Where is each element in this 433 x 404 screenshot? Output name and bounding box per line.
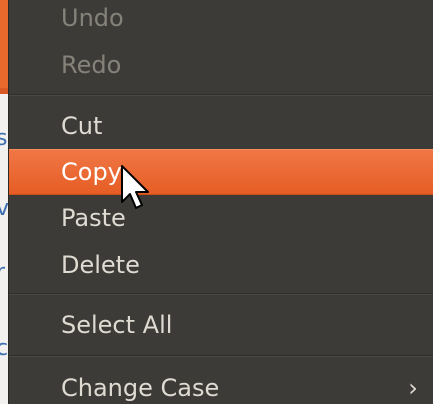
- background-text-fragment: v: [0, 196, 9, 221]
- menu-item-paste[interactable]: Paste: [9, 195, 433, 241]
- background-window-accent: [0, 0, 9, 88]
- background-text-fragment: s: [0, 126, 8, 151]
- background-window: s v r c: [0, 0, 9, 404]
- menu-item-delete[interactable]: Delete: [9, 242, 433, 288]
- background-window-accent-shade: [0, 88, 9, 94]
- menu-item-cut[interactable]: Cut: [9, 103, 433, 149]
- menu-item-copy[interactable]: Copy: [9, 149, 433, 195]
- menu-item-undo[interactable]: Undo: [9, 0, 433, 41]
- context-menu: Undo Redo Cut Copy Paste Delete Select A…: [9, 0, 433, 404]
- menu-item-label: Change Case: [61, 374, 220, 402]
- menu-separator: [9, 293, 433, 294]
- chevron-right-icon: ›: [408, 374, 418, 402]
- screen: s v r c Undo Redo Cut Copy Paste Delete …: [0, 0, 433, 404]
- menu-item-change-case[interactable]: Change Case ›: [9, 365, 433, 404]
- menu-item-select-all[interactable]: Select All: [9, 302, 433, 348]
- menu-item-redo[interactable]: Redo: [9, 42, 433, 88]
- background-text-fragment: r: [0, 260, 6, 285]
- menu-separator: [9, 94, 433, 95]
- menu-separator: [9, 355, 433, 356]
- background-text-fragment: c: [0, 336, 9, 361]
- mouse-pointer-icon: [121, 165, 149, 209]
